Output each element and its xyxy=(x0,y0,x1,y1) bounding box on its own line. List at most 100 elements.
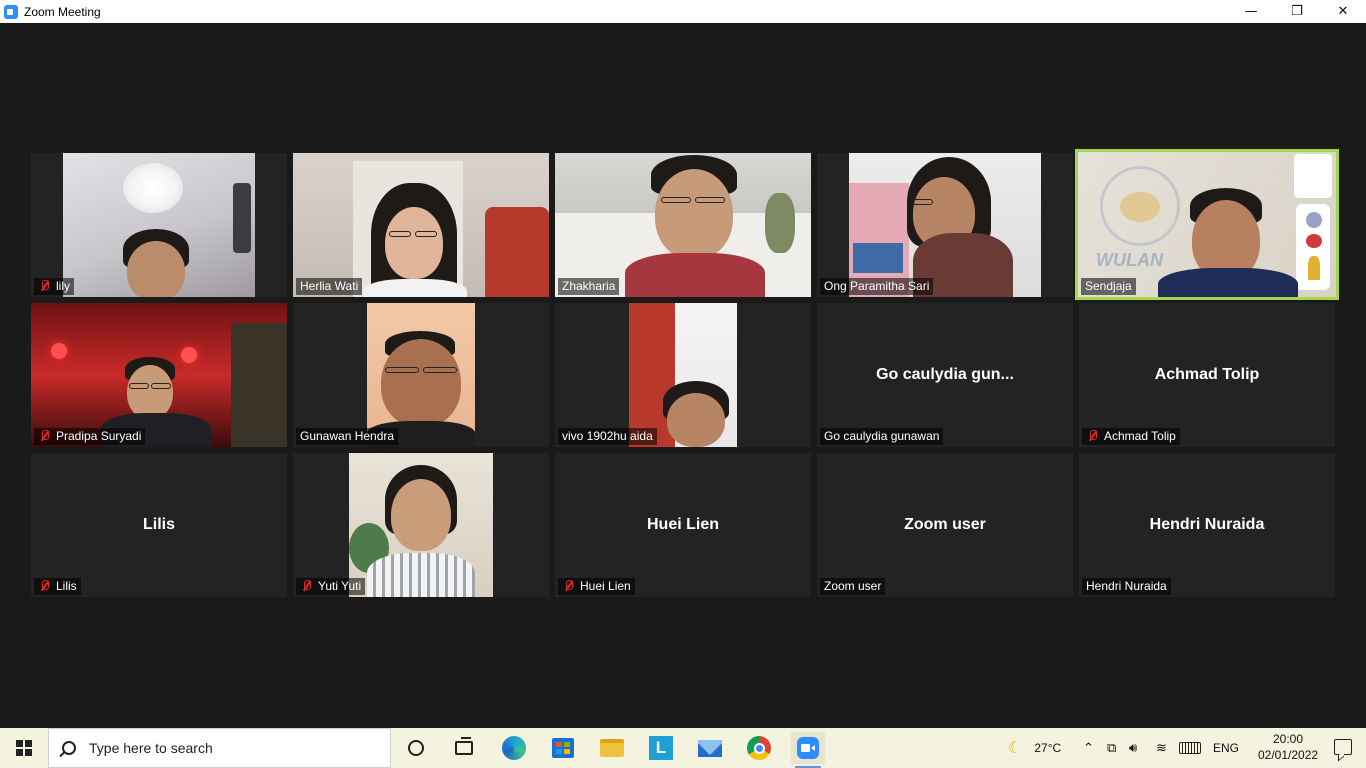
clock[interactable]: 20:00 02/01/2022 xyxy=(1258,731,1318,763)
participant-name: Zoom user xyxy=(824,579,882,593)
speaker-icon: 🔊︎ xyxy=(1129,740,1138,755)
background-logo-text: WULAN xyxy=(1096,250,1163,270)
video-feed xyxy=(367,303,475,447)
search-placeholder: Type here to search xyxy=(89,740,213,756)
video-feed: WULAN xyxy=(1078,152,1336,297)
muted-mic-icon xyxy=(38,280,51,292)
participant-display-name: Lilis xyxy=(142,516,175,533)
moon-icon: ☾ xyxy=(1008,740,1023,757)
network-button[interactable]: ≋ xyxy=(1156,728,1167,768)
notification-icon[interactable] xyxy=(1334,739,1352,755)
taskbar-search-box[interactable]: Type here to search xyxy=(48,728,391,768)
taskbar: Type here to search L ☾ 27°C ⌃ ⧉ 🔊︎ ≋ EN… xyxy=(0,728,1366,768)
edge-icon xyxy=(502,736,526,760)
participant-display-name: Huei Lien xyxy=(646,516,719,533)
video-feed xyxy=(349,453,493,597)
file-explorer-button[interactable] xyxy=(595,732,629,764)
participant-tile-yuti-yuti[interactable]: Yuti Yuti xyxy=(293,453,549,597)
window-title: Zoom Meeting xyxy=(24,4,101,19)
l-app-button[interactable]: L xyxy=(644,732,678,764)
nameplate: Zhakharia xyxy=(558,278,620,295)
tray-app-button[interactable]: ⧉ xyxy=(1107,728,1116,768)
participant-tile-pradipa-suryadi[interactable]: Pradipa Suryadi xyxy=(31,303,287,447)
participant-tile-go-caulydia-gunawan[interactable]: Go caulydia gun... Go caulydia gunawan xyxy=(817,303,1073,447)
nameplate: Herlia Wati xyxy=(296,278,363,295)
minimize-button[interactable]: — xyxy=(1228,0,1274,23)
participant-name: Ong Paramitha Sari xyxy=(824,279,930,293)
participant-name: Sendjaja xyxy=(1085,279,1132,293)
participant-tile-achmad-tolip[interactable]: Achmad Tolip Achmad Tolip xyxy=(1079,303,1335,447)
search-icon xyxy=(62,741,76,755)
language-button[interactable]: ENG xyxy=(1213,728,1239,768)
participant-name: vivo 1902hu aida xyxy=(562,429,653,443)
muted-mic-icon xyxy=(1086,430,1099,442)
participant-name: Gunawan Hendra xyxy=(300,429,395,443)
start-button[interactable] xyxy=(0,728,48,768)
restore-button[interactable]: ❐ xyxy=(1274,0,1320,23)
participant-tile-sendjaja[interactable]: WULAN Sendjaja xyxy=(1075,149,1339,300)
video-feed xyxy=(63,153,255,297)
video-feed xyxy=(629,303,737,447)
participant-name: lily xyxy=(56,279,70,293)
show-hidden-icons-button[interactable]: ⌃ xyxy=(1083,728,1094,768)
clock-time: 20:00 xyxy=(1272,732,1304,746)
task-view-button[interactable] xyxy=(447,732,481,764)
volume-button[interactable]: 🔊︎ xyxy=(1129,728,1137,768)
chrome-button[interactable] xyxy=(742,732,776,764)
nameplate: Gunawan Hendra xyxy=(296,428,399,445)
participant-tile-lilis[interactable]: Lilis Lilis xyxy=(31,453,287,597)
video-feed xyxy=(293,153,549,297)
nameplate: vivo 1902hu aida xyxy=(558,428,657,445)
participant-name: Yuti Yuti xyxy=(318,579,362,593)
nameplate: Lilis xyxy=(34,578,81,595)
mail-icon xyxy=(698,739,722,757)
nameplate: Zoom user xyxy=(820,578,886,595)
keyboard-button[interactable] xyxy=(1179,728,1201,768)
muted-mic-icon xyxy=(38,430,51,442)
video-feed xyxy=(849,153,1041,297)
participant-name: Hendri Nuraida xyxy=(1086,579,1167,593)
participant-tile-ong-paramitha-sari[interactable]: Ong Paramitha Sari xyxy=(817,153,1073,297)
nameplate: Achmad Tolip xyxy=(1082,428,1180,445)
participant-tile-zoom-user[interactable]: Zoom user Zoom user xyxy=(817,453,1073,597)
participant-tile-lily[interactable]: lily xyxy=(31,153,287,297)
participant-display-name: Zoom user xyxy=(904,516,986,533)
language-indicator: ENG xyxy=(1213,741,1240,755)
edge-button[interactable] xyxy=(497,732,531,764)
windows-logo-icon xyxy=(16,740,32,756)
participant-tile-zhakharia[interactable]: Zhakharia xyxy=(555,153,811,297)
participant-name: Herlia Wati xyxy=(300,279,359,293)
nameplate: Huei Lien xyxy=(558,578,635,595)
participant-tile-hendri-nuraida[interactable]: Hendri Nuraida Hendri Nuraida xyxy=(1079,453,1335,597)
title-bar: Zoom Meeting — ❐ ✕ xyxy=(0,0,1366,23)
zoom-app-icon xyxy=(4,4,18,19)
participant-name: Huei Lien xyxy=(580,579,631,593)
video-feed xyxy=(31,303,287,447)
store-icon xyxy=(552,738,574,758)
chrome-icon xyxy=(747,736,771,760)
participant-tile-herlia-wati[interactable]: Herlia Wati xyxy=(293,153,549,297)
weather-temp: 27°C xyxy=(1034,741,1062,755)
nameplate: Go caulydia gunawan xyxy=(820,428,944,445)
close-button[interactable]: ✕ xyxy=(1320,0,1366,23)
task-view-icon xyxy=(455,737,473,755)
participant-tile-gunawan-hendra[interactable]: Gunawan Hendra xyxy=(293,303,549,447)
participant-tile-vivo-1902hu-aida[interactable]: vivo 1902hu aida xyxy=(555,303,811,447)
participant-name: Zhakharia xyxy=(562,279,616,293)
mail-button[interactable] xyxy=(693,732,727,764)
nameplate: Yuti Yuti xyxy=(296,578,366,595)
l-app-icon: L xyxy=(649,736,673,760)
gallery-view: lily Herlia Wati Zhakharia Ong Paramitha… xyxy=(0,23,1366,728)
nameplate: lily xyxy=(34,278,74,295)
muted-mic-icon xyxy=(38,580,51,592)
zoom-icon xyxy=(797,737,819,759)
participant-tile-huei-lien[interactable]: Huei Lien Huei Lien xyxy=(555,453,811,597)
store-button[interactable] xyxy=(546,732,580,764)
zoom-taskbar-button[interactable] xyxy=(791,732,825,768)
weather-widget[interactable]: ☾ 27°C xyxy=(1008,728,1061,768)
cortana-button[interactable] xyxy=(399,732,433,764)
nameplate: Hendri Nuraida xyxy=(1082,578,1171,595)
participant-display-name: Achmad Tolip xyxy=(1154,366,1260,383)
tray-app-icon: ⧉ xyxy=(1107,740,1117,755)
participant-display-name: Go caulydia gun... xyxy=(876,366,1014,383)
